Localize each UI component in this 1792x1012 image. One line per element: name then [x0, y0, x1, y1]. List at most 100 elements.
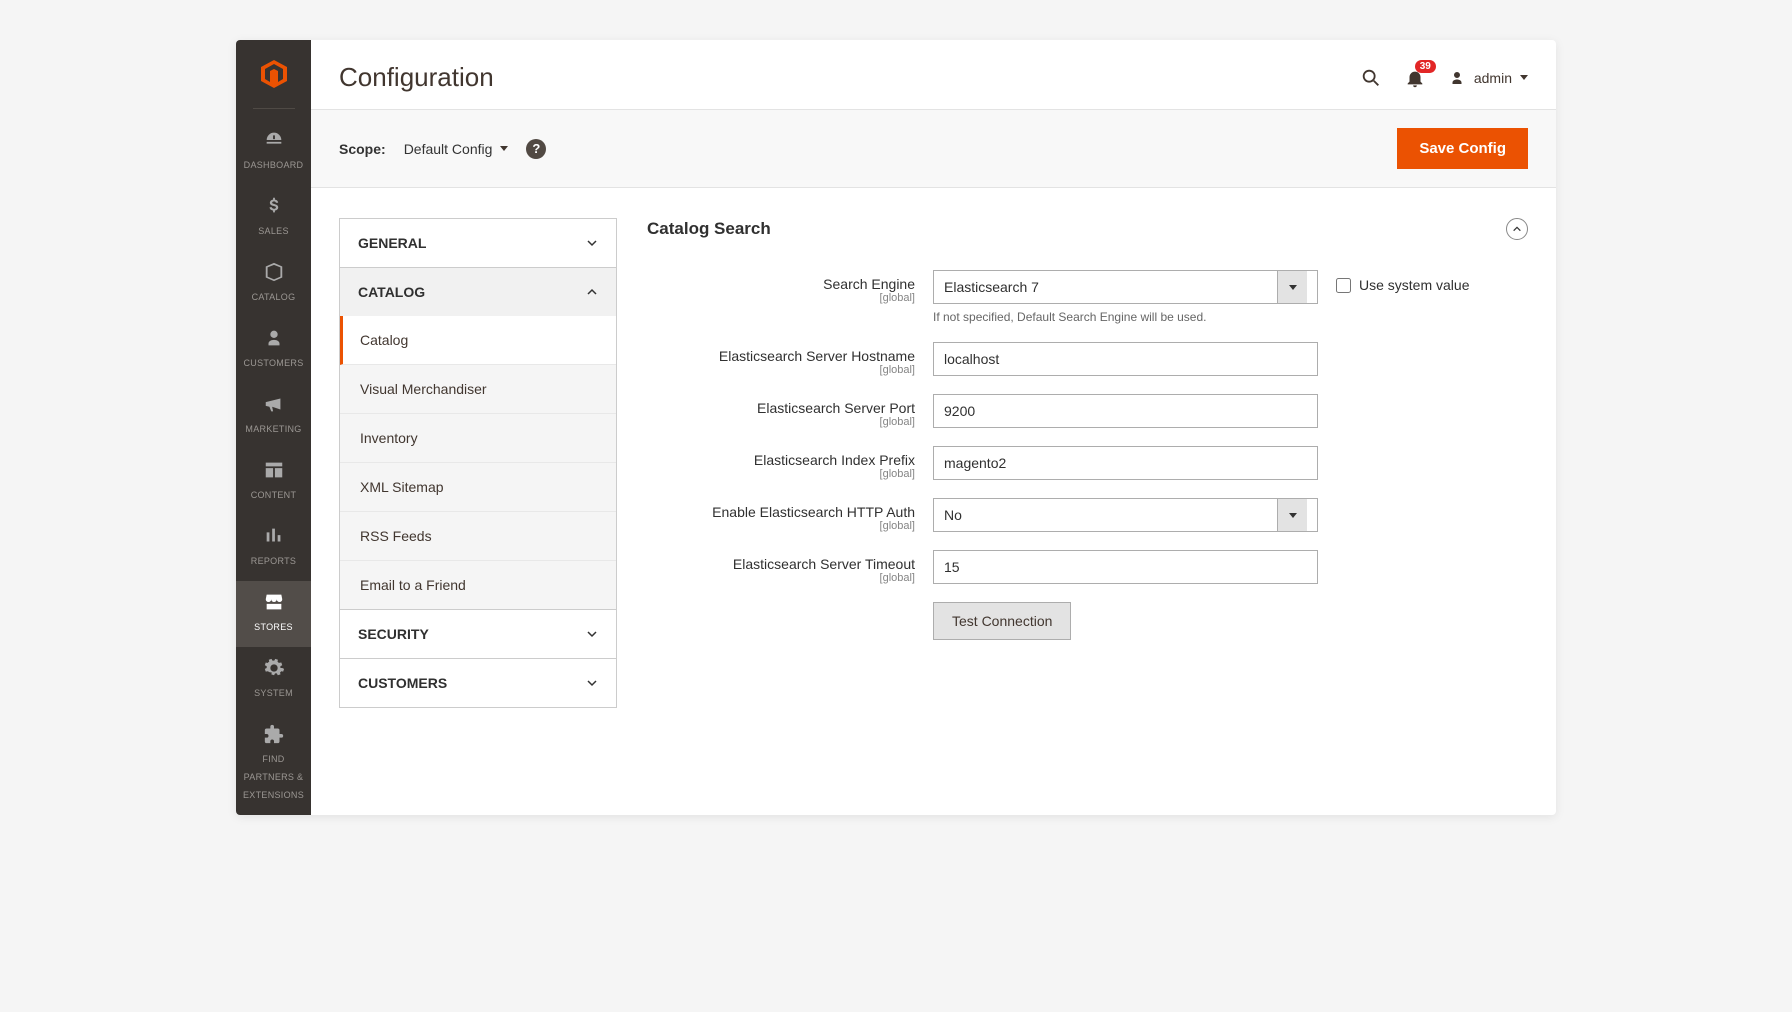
- input-hostname[interactable]: [933, 342, 1318, 376]
- tree-item-catalog[interactable]: Catalog: [340, 316, 616, 365]
- scope-select[interactable]: Default Config: [404, 141, 509, 157]
- label-timeout: Elasticsearch Server Timeout: [733, 556, 915, 572]
- search-icon[interactable]: [1360, 67, 1382, 89]
- row-prefix: Elasticsearch Index Prefix [global]: [647, 446, 1528, 480]
- use-system-value[interactable]: Use system value: [1336, 270, 1469, 293]
- content-area: GENERAL CATALOG Catalog Visual Merchandi…: [311, 188, 1556, 738]
- input-timeout[interactable]: [933, 550, 1318, 584]
- select-toggle: [1277, 271, 1307, 303]
- box-icon: [263, 261, 285, 283]
- scope-note: [global]: [647, 364, 915, 376]
- collapse-panel-button[interactable]: [1506, 218, 1528, 240]
- tree-head-customers[interactable]: CUSTOMERS: [340, 659, 616, 707]
- user-menu[interactable]: admin: [1448, 69, 1528, 87]
- nav-divider: [253, 108, 295, 109]
- scope-note: [global]: [647, 468, 915, 480]
- store-icon: [263, 591, 285, 613]
- select-toggle: [1277, 499, 1307, 531]
- layout-icon: [263, 459, 285, 481]
- scope-bar: Scope: Default Config ? Save Config: [311, 109, 1556, 188]
- tree-head-general[interactable]: GENERAL: [340, 219, 616, 267]
- tree-item-rss-feeds[interactable]: RSS Feeds: [340, 512, 616, 561]
- input-port[interactable]: [933, 394, 1318, 428]
- tree-item-email-friend[interactable]: Email to a Friend: [340, 561, 616, 609]
- label-search-engine: Search Engine: [823, 276, 915, 292]
- label-httpauth: Enable Elasticsearch HTTP Auth: [712, 504, 915, 520]
- main-area: Configuration 39 admin Scope:: [311, 40, 1556, 815]
- nav-label: CUSTOMERS: [243, 358, 303, 368]
- label-prefix: Elasticsearch Index Prefix: [754, 452, 915, 468]
- nav-catalog[interactable]: CATALOG: [236, 251, 311, 317]
- nav-marketing[interactable]: MARKETING: [236, 383, 311, 449]
- nav-label: CONTENT: [251, 490, 297, 500]
- megaphone-icon: [263, 393, 285, 415]
- scope-note: [global]: [647, 292, 915, 304]
- nav-sales[interactable]: SALES: [236, 185, 311, 251]
- nav-system[interactable]: SYSTEM: [236, 647, 311, 713]
- scope-label: Scope:: [339, 141, 386, 157]
- save-config-button[interactable]: Save Config: [1397, 128, 1528, 169]
- nav-customers[interactable]: CUSTOMERS: [236, 317, 311, 383]
- notifications-icon[interactable]: 39: [1404, 67, 1426, 89]
- nav-label: FIND PARTNERS & EXTENSIONS: [243, 754, 304, 800]
- chevron-up-icon: [586, 286, 598, 298]
- chevron-down-icon: [586, 628, 598, 640]
- tree-head-catalog[interactable]: CATALOG: [340, 268, 616, 316]
- top-actions: 39 admin: [1360, 67, 1528, 89]
- nav-label: CATALOG: [252, 292, 296, 302]
- panel-title: Catalog Search: [647, 219, 771, 239]
- topbar: Configuration 39 admin: [311, 40, 1556, 109]
- test-connection-button[interactable]: Test Connection: [933, 602, 1071, 640]
- dashboard-icon: [263, 129, 285, 151]
- select-value: Elasticsearch 7: [944, 279, 1039, 295]
- magento-logo-icon: [258, 58, 290, 90]
- chevron-down-icon: [586, 677, 598, 689]
- chevron-down-icon: [586, 237, 598, 249]
- chevron-up-icon: [1512, 224, 1522, 234]
- scope-note: [global]: [647, 520, 915, 532]
- tree-group-catalog: CATALOG Catalog Visual Merchandiser Inve…: [340, 268, 616, 610]
- nav-stores[interactable]: STORES: [236, 581, 311, 647]
- nav-label: SYSTEM: [254, 688, 293, 698]
- user-name: admin: [1474, 70, 1512, 86]
- row-port: Elasticsearch Server Port [global]: [647, 394, 1528, 428]
- tree-head-label: CATALOG: [358, 284, 425, 300]
- tree-head-label: GENERAL: [358, 235, 426, 251]
- scope-value: Default Config: [404, 141, 493, 157]
- admin-left-nav: DASHBOARD SALES CATALOG CUSTOMERS MARKET…: [236, 40, 311, 815]
- panel-header: Catalog Search: [647, 218, 1528, 240]
- select-search-engine[interactable]: Elasticsearch 7: [933, 270, 1318, 304]
- nav-label: MARKETING: [245, 424, 301, 434]
- tree-group-general: GENERAL: [340, 219, 616, 268]
- chevron-down-icon: [500, 146, 508, 151]
- hint-search-engine: If not specified, Default Search Engine …: [933, 310, 1318, 324]
- row-test-connection: Test Connection: [647, 602, 1528, 640]
- help-icon[interactable]: ?: [526, 139, 546, 159]
- tree-head-label: CUSTOMERS: [358, 675, 447, 691]
- input-prefix[interactable]: [933, 446, 1318, 480]
- row-search-engine: Search Engine [global] Elasticsearch 7 I…: [647, 270, 1528, 324]
- puzzle-icon: [263, 723, 285, 745]
- person-icon: [263, 327, 285, 349]
- nav-reports[interactable]: REPORTS: [236, 515, 311, 581]
- scope-note: [global]: [647, 572, 915, 584]
- use-system-checkbox[interactable]: [1336, 278, 1351, 293]
- dollar-icon: [263, 195, 285, 217]
- nav-label: DASHBOARD: [244, 160, 304, 170]
- nav-label: STORES: [254, 622, 293, 632]
- gear-icon: [263, 657, 285, 679]
- nav-partners[interactable]: FIND PARTNERS & EXTENSIONS: [236, 713, 311, 815]
- settings-panel: Catalog Search Search Engine [global] El…: [647, 218, 1528, 658]
- select-value: No: [944, 507, 962, 523]
- nav-content[interactable]: CONTENT: [236, 449, 311, 515]
- bars-icon: [263, 525, 285, 547]
- row-hostname: Elasticsearch Server Hostname [global]: [647, 342, 1528, 376]
- tree-item-inventory[interactable]: Inventory: [340, 414, 616, 463]
- notification-badge: 39: [1415, 60, 1436, 73]
- nav-dashboard[interactable]: DASHBOARD: [236, 119, 311, 185]
- tree-head-security[interactable]: SECURITY: [340, 610, 616, 658]
- tree-group-customers: CUSTOMERS: [340, 659, 616, 708]
- tree-item-visual-merchandiser[interactable]: Visual Merchandiser: [340, 365, 616, 414]
- tree-item-xml-sitemap[interactable]: XML Sitemap: [340, 463, 616, 512]
- select-httpauth[interactable]: No: [933, 498, 1318, 532]
